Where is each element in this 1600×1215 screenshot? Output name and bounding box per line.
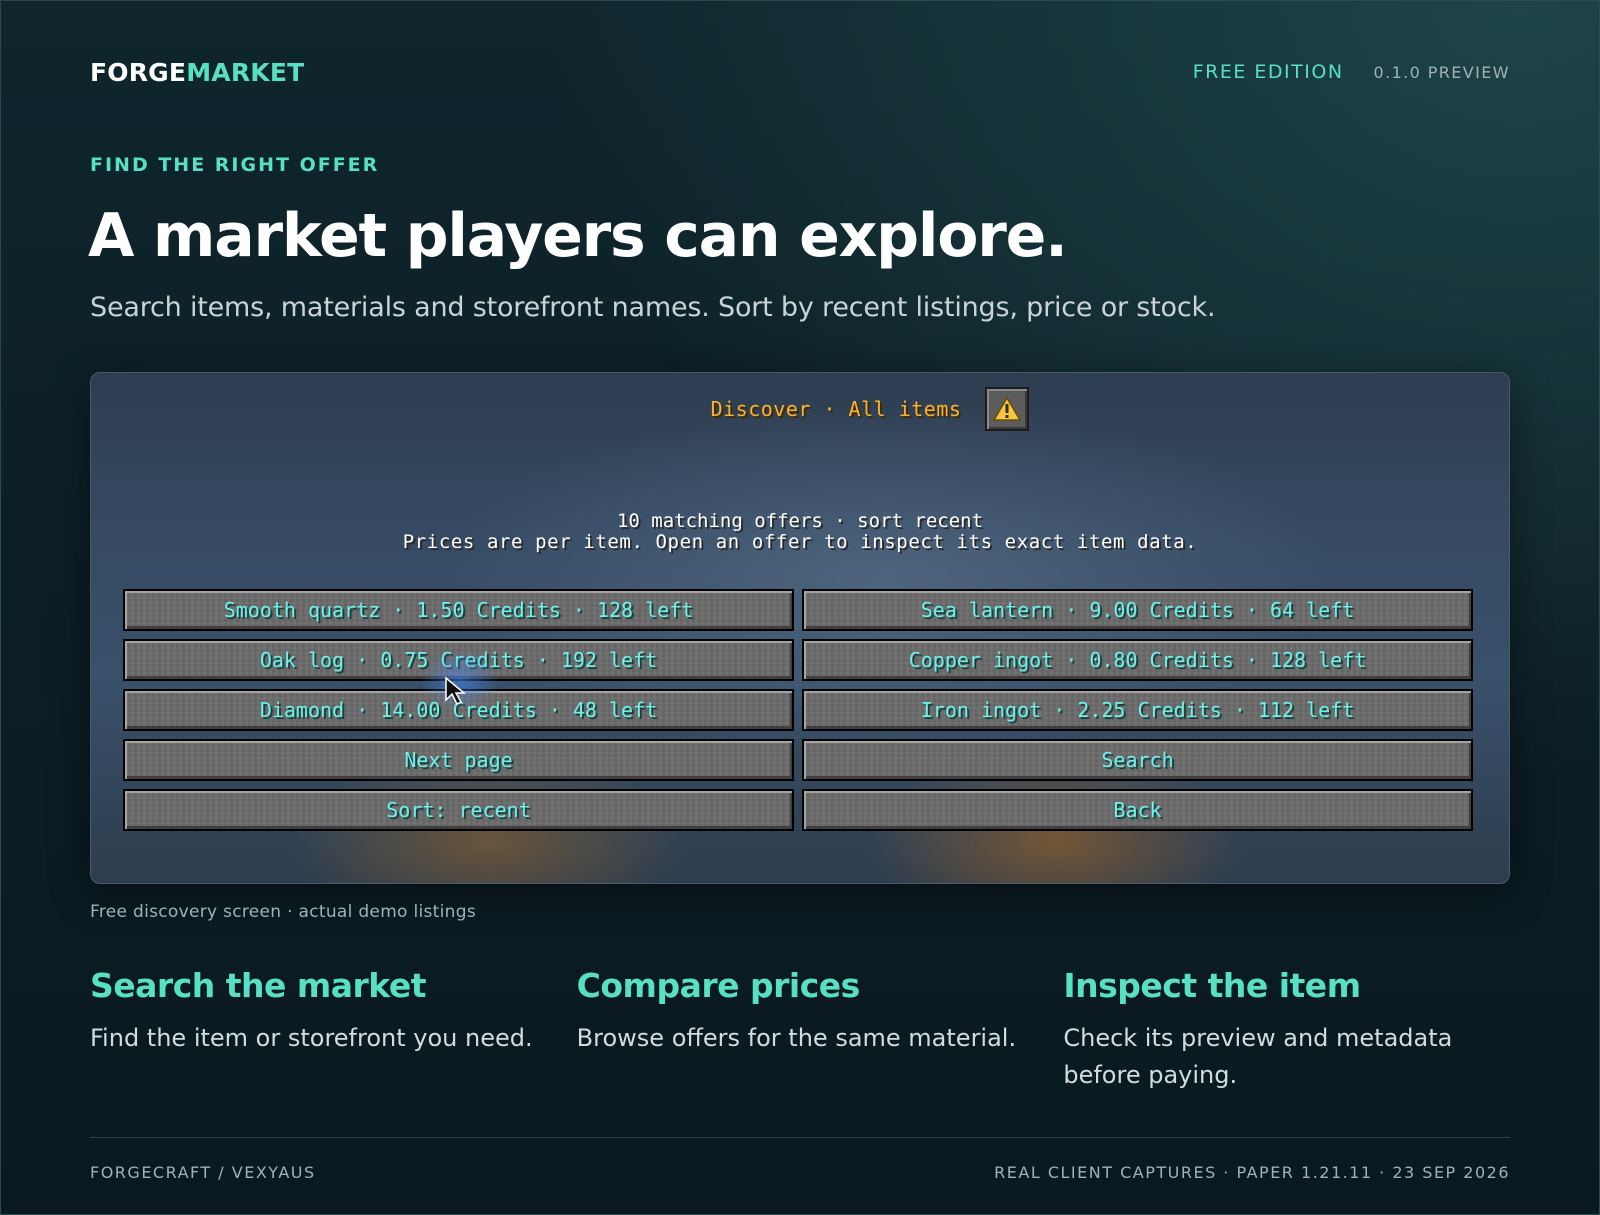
warning-triangle-icon bbox=[993, 396, 1022, 421]
feature-text: Find the item or storefront you need. bbox=[90, 1024, 533, 1052]
status-line-hint: Prices are per item. Open an offer to in… bbox=[402, 531, 1198, 553]
game-screen-title: Discover · All items bbox=[710, 397, 962, 421]
offer-button-smooth-quartz[interactable]: Smooth quartz · 1.50 Credits · 128 left bbox=[123, 589, 794, 631]
top-bar: FORGEMARKET FREE EDITION 0.1.0 PREVIEW bbox=[90, 52, 1510, 92]
status-text: 10 matching offers · sort recent Prices … bbox=[91, 511, 1509, 553]
warning-button[interactable] bbox=[985, 387, 1030, 431]
brand-logo[interactable]: FORGEMARKET bbox=[90, 58, 304, 87]
feature-text: Check its preview and metadata before pa… bbox=[1063, 1024, 1453, 1089]
offer-button-grid: Smooth quartz · 1.50 Credits · 128 left … bbox=[123, 589, 1473, 831]
sort-button[interactable]: Sort: recent bbox=[123, 789, 794, 831]
game-screenshot-panel: Discover · All items 10 matching offers … bbox=[90, 372, 1510, 884]
offer-button-iron-ingot[interactable]: Iron ingot · 2.25 Credits · 112 left bbox=[802, 689, 1473, 731]
footer-credits: FORGECRAFT / VEXYAUS bbox=[90, 1163, 316, 1182]
brand-part-market: MARKET bbox=[186, 57, 305, 87]
edition-label: FREE EDITION bbox=[1192, 61, 1344, 83]
status-line-count: 10 matching offers · sort recent bbox=[616, 510, 984, 532]
footer: FORGECRAFT / VEXYAUS REAL CLIENT CAPTURE… bbox=[90, 1163, 1510, 1182]
next-page-button[interactable]: Next page bbox=[123, 739, 794, 781]
screenshot-caption: Free discovery screen · actual demo list… bbox=[90, 902, 476, 922]
version-label: 0.1.0 PREVIEW bbox=[1373, 63, 1510, 82]
feature-search: Search the market Find the item or store… bbox=[90, 966, 537, 1094]
search-button[interactable]: Search bbox=[802, 739, 1473, 781]
back-button[interactable]: Back bbox=[802, 789, 1473, 831]
feature-text: Browse offers for the same material. bbox=[576, 1024, 1017, 1052]
feature-title: Compare prices bbox=[576, 966, 861, 1005]
hero-title: A market players can explore. bbox=[88, 201, 1068, 271]
header-meta: FREE EDITION 0.1.0 PREVIEW bbox=[1193, 61, 1510, 83]
game-title-bar: Discover · All items bbox=[91, 387, 1509, 431]
brand-part-forge: FORGE bbox=[90, 57, 187, 87]
footer-capture-info: REAL CLIENT CAPTURES · PAPER 1.21.11 · 2… bbox=[994, 1163, 1510, 1182]
feature-inspect: Inspect the item Check its preview and m… bbox=[1063, 966, 1510, 1094]
feature-compare: Compare prices Browse offers for the sam… bbox=[577, 966, 1024, 1094]
offer-button-sea-lantern[interactable]: Sea lantern · 9.00 Credits · 64 left bbox=[802, 589, 1473, 631]
cursor-highlight bbox=[420, 650, 500, 710]
footer-divider bbox=[90, 1137, 1510, 1138]
feature-list: Search the market Find the item or store… bbox=[90, 966, 1510, 1094]
hero-eyebrow: FIND THE RIGHT OFFER bbox=[90, 154, 380, 176]
hero-subtitle: Search items, materials and storefront n… bbox=[90, 292, 1216, 323]
offer-button-copper-ingot[interactable]: Copper ingot · 0.80 Credits · 128 left bbox=[802, 639, 1473, 681]
feature-title: Search the market bbox=[90, 966, 427, 1005]
feature-title: Inspect the item bbox=[1063, 966, 1361, 1005]
